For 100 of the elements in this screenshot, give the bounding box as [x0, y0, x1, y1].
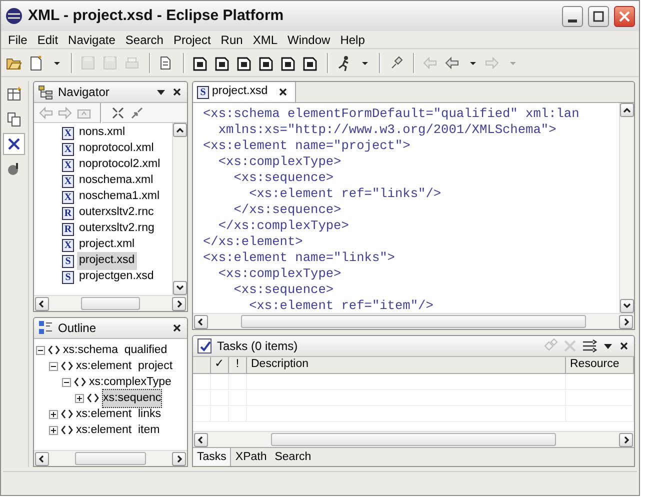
- navigator-entry[interactable]: project.xsd: [77, 252, 137, 270]
- element-tag-icon: [47, 344, 61, 356]
- tree-toggle-icon[interactable]: [49, 426, 58, 435]
- element-tag-icon: [86, 392, 100, 404]
- documents-icon[interactable]: [6, 111, 22, 127]
- scroll-left-button[interactable]: [35, 296, 49, 311]
- outline-item[interactable]: xs:element project: [76, 358, 173, 375]
- scroll-down-button[interactable]: [173, 281, 187, 296]
- link-arrows-icon[interactable]: [130, 106, 144, 120]
- close-button[interactable]: [614, 6, 635, 26]
- scroll-right-button[interactable]: [619, 432, 633, 446]
- menu-item[interactable]: Help: [335, 30, 370, 48]
- navigator-entry[interactable]: outerxsltv2.rnc: [77, 204, 156, 222]
- outline-item[interactable]: xs:element links: [76, 406, 162, 423]
- file-type-icon: X: [62, 126, 74, 140]
- outline-item[interactable]: xs:complexType: [89, 374, 172, 391]
- code-line: </xs:element>: [203, 234, 303, 250]
- scroll-right-button[interactable]: [618, 314, 633, 328]
- navigator-entry[interactable]: project.xml: [77, 236, 137, 254]
- window-title: XML - project.xsd - Eclipse Platform: [28, 6, 284, 26]
- view-tab[interactable]: XPath: [231, 448, 271, 466]
- tree-toggle-icon[interactable]: [36, 346, 45, 355]
- menu-item[interactable]: Window: [282, 30, 336, 48]
- column-header[interactable]: Resource: [566, 357, 634, 373]
- scroll-right-button[interactable]: [172, 452, 186, 466]
- code-line: </xs:sequence>: [232, 202, 342, 218]
- code-line: <xs:element name="links">: [203, 250, 395, 266]
- menu-item[interactable]: Run: [216, 30, 248, 48]
- outline-item[interactable]: xs:schema qualified: [63, 342, 168, 359]
- tree-toggle-icon[interactable]: [62, 378, 71, 387]
- menu-item[interactable]: Search: [120, 30, 168, 48]
- scroll-up-button[interactable]: [620, 103, 634, 117]
- column-header[interactable]: !: [229, 357, 247, 373]
- maximize-button[interactable]: [588, 6, 609, 26]
- close-icon[interactable]: [171, 86, 183, 98]
- outline-item[interactable]: xs:sequenc: [102, 388, 162, 408]
- horizontal-scrollbar[interactable]: [34, 295, 187, 312]
- horizontal-scrollbar[interactable]: [193, 313, 634, 329]
- panel-title: Navigator: [58, 84, 110, 101]
- code-line: <xs:sequence>: [232, 170, 334, 186]
- scroll-left-button[interactable]: [194, 432, 208, 446]
- scroll-left-button[interactable]: [35, 452, 49, 466]
- navigator-entry[interactable]: nons.xml: [77, 124, 128, 142]
- view-tab[interactable]: Search: [270, 448, 316, 466]
- horizontal-scrollbar[interactable]: [34, 450, 187, 466]
- navigator-entry[interactable]: projectgen.xsd: [77, 268, 156, 286]
- maximize-icon: [591, 8, 606, 24]
- navigator-entry[interactable]: noprotocol.xml: [77, 140, 156, 158]
- file-type-icon: X: [62, 174, 74, 188]
- code-line: <xs:sequence>: [232, 282, 334, 298]
- tree-toggle-icon[interactable]: [49, 410, 58, 419]
- tree-toggle-icon[interactable]: [49, 362, 58, 371]
- scroll-down-button[interactable]: [620, 299, 634, 313]
- perspective-icon[interactable]: [6, 86, 22, 102]
- minimize-button[interactable]: [562, 6, 583, 26]
- file-type-icon: R: [62, 206, 74, 220]
- menu-item[interactable]: XML: [248, 30, 282, 48]
- collapse-all-icon[interactable]: [111, 106, 125, 120]
- tasks-icon: [197, 338, 213, 354]
- navigator-entry[interactable]: noprotocol2.xml: [77, 156, 162, 174]
- code-line: <xs:element ref="links"/>: [248, 186, 442, 202]
- element-tag-icon: [60, 408, 74, 420]
- minimize-icon: [568, 18, 577, 22]
- eclipse-logo-icon: [5, 7, 23, 25]
- code-line: </xs:complexType>: [217, 218, 349, 234]
- file-type-icon: S: [62, 254, 74, 268]
- tree-toggle-icon[interactable]: [75, 394, 84, 403]
- element-tag-icon: [60, 360, 74, 372]
- horizontal-scrollbar[interactable]: [193, 431, 634, 447]
- code-line: <xs:complexType>: [217, 266, 342, 282]
- file-type-icon: X: [62, 238, 74, 252]
- menu-item[interactable]: Project: [168, 30, 216, 48]
- outline-icon: [38, 320, 54, 336]
- navigator-entry[interactable]: outerxsltv2.rng: [77, 220, 156, 238]
- file-type-icon: X: [62, 190, 74, 204]
- view-tab[interactable]: Tasks: [193, 448, 232, 466]
- menu-item[interactable]: Edit: [32, 30, 64, 48]
- element-tag-icon: [60, 424, 74, 436]
- file-type-icon: R: [62, 222, 74, 236]
- navigator-entry[interactable]: noschema.xml: [77, 172, 156, 190]
- close-icon[interactable]: [618, 340, 630, 352]
- code-line: <xs:complexType>: [217, 154, 342, 170]
- scroll-left-button[interactable]: [194, 314, 208, 328]
- filter-icon[interactable]: [582, 338, 598, 354]
- code-line: <xs:element ref="item"/>: [248, 298, 434, 313]
- menu-item[interactable]: Navigate: [63, 30, 120, 48]
- close-icon[interactable]: [171, 322, 183, 334]
- column-header[interactable]: ✓: [211, 357, 229, 373]
- menu-item[interactable]: File: [3, 30, 32, 48]
- file-type-icon: S: [62, 270, 74, 284]
- scroll-up-button[interactable]: [173, 123, 187, 137]
- column-header[interactable]: Description: [247, 357, 566, 373]
- close-icon[interactable]: [276, 86, 289, 98]
- xml-icon[interactable]: [6, 136, 22, 152]
- scroll-right-button[interactable]: [172, 296, 186, 311]
- element-tag-icon: [73, 376, 87, 388]
- navigator-entry[interactable]: noschema1.xml: [77, 188, 162, 206]
- close-icon: [617, 8, 632, 24]
- editor-tab[interactable]: S project.xsd: [193, 82, 296, 102]
- outline-item[interactable]: xs:element item: [76, 422, 160, 439]
